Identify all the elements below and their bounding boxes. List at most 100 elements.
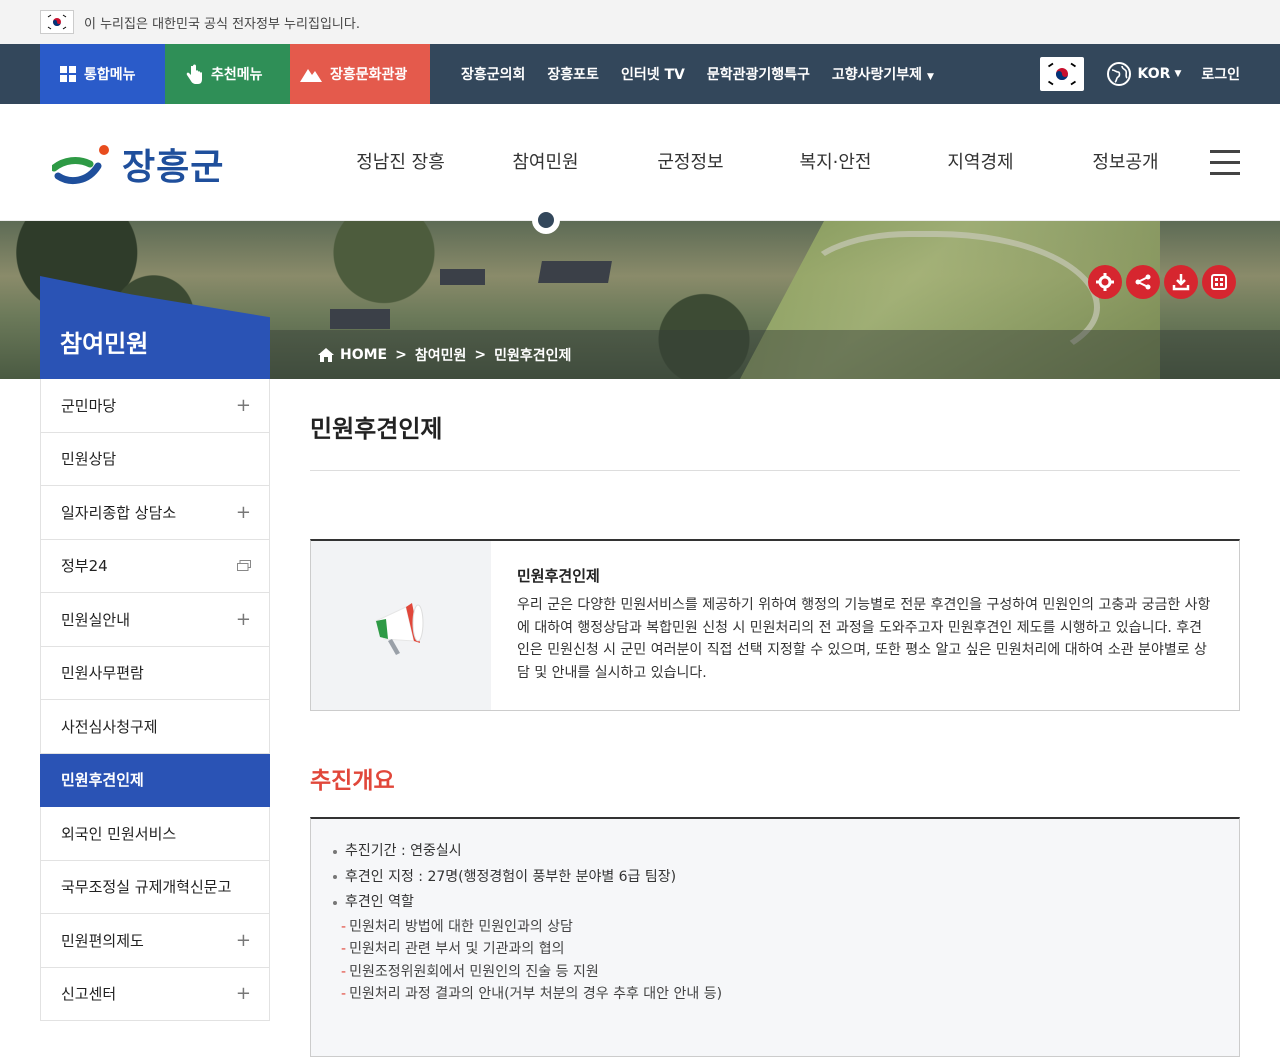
section-title: 추진개요 [310,768,395,794]
literature-tour-link[interactable]: 문학관광기행특구 [707,64,810,84]
util-links: 장흥군의회 장흥포토 인터넷 TV 문학관광기행특구 고향사랑기부제 ▼ [450,64,945,84]
download-icon [1172,274,1190,291]
jangheung-logo-icon [52,145,109,185]
active-nav-indicator [532,206,560,234]
main-content: 민원후견인제 민원후견인제 우리 군은 다양한 민원서비스를 제공하기 위하여 … [310,379,1240,1057]
logo-text: 장흥군 [122,147,225,188]
gear-icon [1096,273,1114,291]
sidebar-item-job-center[interactable]: 일자리종합 상담소 + [40,486,270,540]
integrated-menu-button[interactable]: 통합메뉴 [40,44,165,104]
sidebar-nav: 군민마당 + 민원상담 일자리종합 상담소 + 정부24 민원실안내 + 민원사무편람… [40,379,270,1021]
overview-role-title-text: 후견인 역할 [345,894,414,910]
language-select[interactable]: KOR ▼ [1106,61,1182,87]
gnb-item-disclosure[interactable]: 정보공개 [1053,104,1198,221]
main-nav: 정남진 장흥 참여민원 군정정보 복지·안전 지역경제 정보공개 [328,104,1198,221]
internet-tv-link[interactable]: 인터넷 TV [621,64,685,84]
plus-icon: + [235,608,251,630]
list-item: - 민원처리 관련 부서 및 기관과의 협의 [341,941,565,957]
language-label: KOR [1137,66,1171,82]
bullet-icon [333,900,337,905]
photo-link[interactable]: 장흥포토 [547,64,599,84]
list-item: - 민원조정위원회에서 민원인의 진술 등 지원 [341,963,599,980]
sidebar-item-label: 민원실안내 [61,610,131,629]
hometown-donation-label: 고향사랑기부제 [831,67,923,83]
breadcrumb-home[interactable]: HOME [340,347,387,363]
sidebar-item-office-guide[interactable]: 민원실안내 + [40,593,270,647]
plus-icon: + [235,501,251,523]
sidebar-item-pre-review[interactable]: 사전심사청구제 [40,700,270,754]
sidebar-item-citizen-plaza[interactable]: 군민마당 + [40,379,270,433]
new-window-icon [237,560,251,572]
sidebar-item-label: 일자리종합 상담소 [61,503,177,522]
overview-designation: 후견인 지정 : 27명(행정경험이 풍부한 분야별 6급 팀장) [333,865,1239,891]
globe-icon [1106,61,1132,87]
caret-down-icon: ▼ [1174,69,1182,79]
gnb-item-participation[interactable]: 참여민원 [473,104,618,221]
download-button[interactable] [1164,265,1198,299]
sidebar-item-foreigner[interactable]: 외국인 민원서비스 [40,807,270,861]
sidebar-item-convenience[interactable]: 민원편의제도 + [40,914,270,968]
intro-heading: 민원후견인제 [517,567,600,585]
grid-icon [60,66,76,82]
overview-period-text: 추진기간 : 연중실시 [345,843,462,859]
gnb-item-jeongnamjin[interactable]: 정남진 장흥 [328,104,473,221]
korea-flag-icon [40,10,74,34]
recommend-menu-label: 추천메뉴 [211,67,263,83]
sidebar-item-label: 신고센터 [61,985,117,1004]
korea-flag-button[interactable] [1039,57,1084,91]
share-button[interactable] [1126,265,1160,299]
overview-box: 추진기간 : 연중실시 후견인 지정 : 27명(행정경험이 풍부한 분야별 6… [310,817,1240,1057]
share-icon [1135,274,1151,290]
breadcrumb-level1[interactable]: 참여민원 [415,345,467,365]
breadcrumb-separator: > [395,346,407,363]
hand-pointer-icon [185,64,203,84]
sidebar-item-label: 민원사무편람 [61,664,144,683]
sidebar-item-regulation[interactable]: 국무조정실 규제개혁신문고 [40,860,270,914]
korea-flag-icon [1045,62,1079,86]
sidebar-item-label: 외국인 민원서비스 [61,824,177,843]
list-item: - 민원처리 방법에 대한 민원인과의 상담 [341,918,573,935]
council-link[interactable]: 장흥군의회 [461,64,525,84]
utility-bar: 통합메뉴 추천메뉴 장흥문화관광 장흥군의회 장흥포토 인터넷 TV 문학관광기… [0,44,1280,104]
sidebar-item-label: 민원후견인제 [61,771,144,790]
sidebar-title: 참여민원 [60,330,149,358]
sidebar-item-label: 민원상담 [61,450,117,469]
intro-image [311,541,491,710]
login-link[interactable]: 로그인 [1201,64,1240,84]
overview-role-title: 후견인 역할 [333,890,1239,916]
sidebar-item-consultation[interactable]: 민원상담 [40,432,270,486]
breadcrumb-level2[interactable]: 민원후견인제 [494,345,571,365]
bullet-icon [333,875,337,880]
print-button[interactable] [1202,265,1236,299]
breadcrumb: HOME > 참여민원 > 민원후견인제 [270,330,1280,379]
site-logo[interactable]: 장흥군 [52,138,224,190]
sidebar-item-label: 정부24 [61,557,108,576]
culture-tour-button[interactable]: 장흥문화관광 [290,44,430,104]
list-item: - 민원처리 과정 결과의 안내(거부 처분의 경우 추후 대안 안내 등) [341,986,723,1002]
gnb-item-county-info[interactable]: 군정정보 [618,104,763,221]
gov-banner: 이 누리집은 대한민국 공식 전자정부 누리집입니다. [0,0,1280,44]
gnb-item-economy[interactable]: 지역경제 [908,104,1053,221]
qr-icon [1211,274,1227,290]
bullet-icon [333,849,337,854]
sidebar-item-report-center[interactable]: 신고센터 + [40,967,270,1021]
sidebar-item-handbook[interactable]: 민원사무편람 [40,646,270,700]
home-icon[interactable] [318,347,334,362]
breadcrumb-separator: > [474,346,487,363]
overview-designation-text: 후견인 지정 : 27명(행정경험이 풍부한 분야별 6급 팀장) [345,868,677,885]
plus-icon: + [235,929,251,951]
settings-button[interactable] [1088,265,1122,299]
share-tools [1084,265,1236,299]
sidebar-item-label: 민원편의제도 [61,931,144,950]
sidebar-item-guardian[interactable]: 민원후견인제 [40,753,270,807]
hometown-donation-link[interactable]: 고향사랑기부제 ▼ [832,64,934,84]
sidebar-item-gov24[interactable]: 정부24 [40,539,270,593]
gov-banner-text: 이 누리집은 대한민국 공식 전자정부 누리집입니다. [84,16,360,32]
recommend-menu-button[interactable]: 추천메뉴 [165,44,290,104]
hamburger-menu-icon[interactable] [1210,150,1240,183]
intro-body: 우리 군은 다양한 민원서비스를 제공하기 위하여 행정의 기능별로 전문 후견… [517,597,1211,681]
gnb-item-welfare[interactable]: 복지·안전 [763,104,908,221]
plus-icon: + [235,983,251,1005]
intro-box: 민원후견인제 우리 군은 다양한 민원서비스를 제공하기 위하여 행정의 기능별… [310,539,1240,711]
sidebar-item-label: 국무조정실 규제개혁신문고 [61,878,232,897]
